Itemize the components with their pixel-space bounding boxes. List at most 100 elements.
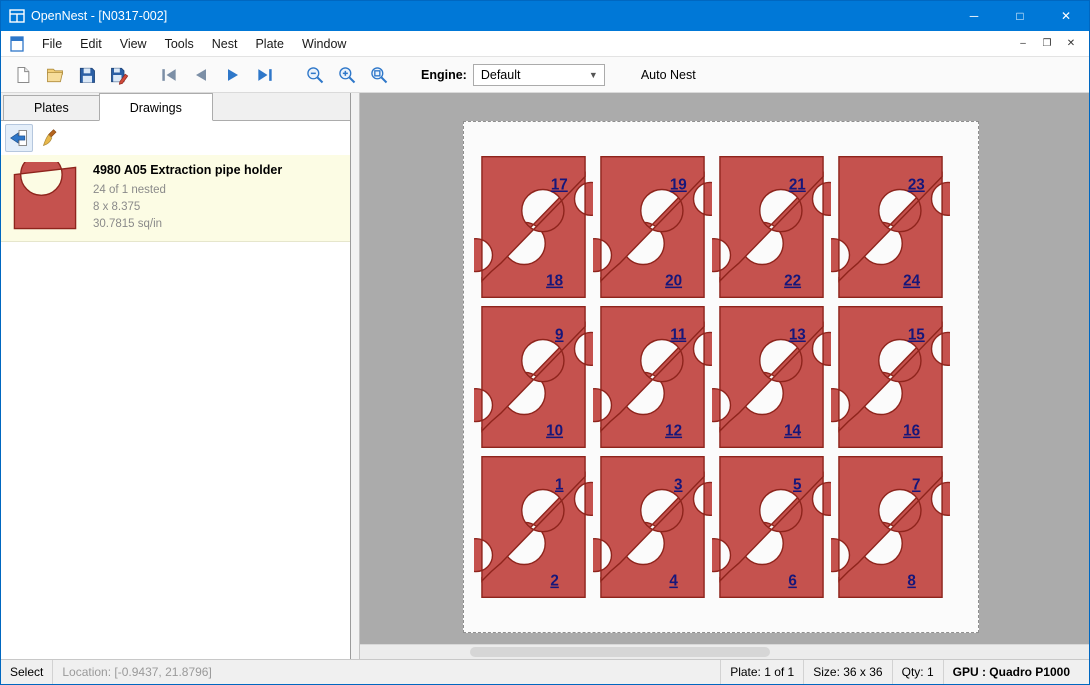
panel-tabstrip: Plates Drawings <box>1 93 350 121</box>
clear-broom-button[interactable] <box>37 124 65 152</box>
nest-tile[interactable]: 1718 <box>474 152 593 302</box>
save-button[interactable] <box>73 61 101 89</box>
resize-grip[interactable] <box>1079 660 1089 684</box>
part-number-label: 5 <box>793 477 802 494</box>
zoom-fit-button[interactable] <box>365 61 393 89</box>
part-number-label: 2 <box>550 573 558 590</box>
drawing-list-item[interactable]: 4980 A05 Extraction pipe holder 24 of 1 … <box>1 155 350 242</box>
engine-selected-value: Default <box>481 68 521 82</box>
part-number-label: 17 <box>551 177 568 194</box>
zoom-in-button[interactable] <box>333 61 361 89</box>
part-number-label: 1 <box>555 477 564 494</box>
horizontal-scrollbar-thumb[interactable] <box>470 647 770 657</box>
menu-file[interactable]: File <box>33 33 71 55</box>
open-button[interactable] <box>41 61 69 89</box>
status-location: Location: [-0.9437, 21.8796] <box>53 660 220 684</box>
app-window: OpenNest - [N0317-002] ─ □ ✕ File Edit V… <box>0 0 1090 685</box>
left-panel: Plates Drawings <box>1 93 351 659</box>
part-number-label: 4 <box>669 573 678 590</box>
part-number-label: 21 <box>789 177 806 194</box>
engine-label: Engine: <box>421 68 467 82</box>
maximize-button[interactable]: □ <box>997 1 1043 31</box>
new-file-button[interactable] <box>9 61 37 89</box>
drawing-nested-count: 24 of 1 nested <box>93 182 282 199</box>
statusbar: Select Location: [-0.9437, 21.8796] Plat… <box>1 659 1089 684</box>
tab-plates[interactable]: Plates <box>3 95 100 120</box>
go-previous-icon <box>191 65 211 85</box>
status-gpu: GPU : Quadro P1000 <box>943 660 1079 684</box>
new-file-icon <box>13 65 33 85</box>
go-next-button[interactable] <box>219 61 247 89</box>
nest-tile[interactable]: 1920 <box>593 152 712 302</box>
nest-tile[interactable]: 11 12 <box>593 302 712 452</box>
open-folder-icon <box>45 65 65 85</box>
auto-nest-button[interactable]: Auto Nest <box>633 63 704 87</box>
mdi-minimize-button[interactable]: ‒ <box>1011 34 1035 54</box>
drawings-list-empty-area <box>1 242 350 659</box>
menu-nest[interactable]: Nest <box>203 33 247 55</box>
part-number-label: 19 <box>670 177 687 194</box>
part-number-label: 11 <box>670 327 687 344</box>
app-icon <box>9 8 25 24</box>
import-drawing-button[interactable] <box>5 124 33 152</box>
drawing-area: 30.7815 sq/in <box>93 216 282 233</box>
nest-tile[interactable]: 1516 <box>831 302 950 452</box>
status-mode: Select <box>1 660 53 684</box>
nest-tile[interactable]: 12 <box>474 452 593 602</box>
go-previous-button[interactable] <box>187 61 215 89</box>
part-number-label: 10 <box>546 423 563 440</box>
chevron-down-icon: ▼ <box>589 70 604 80</box>
part-number-label: 16 <box>903 423 920 440</box>
menu-edit[interactable]: Edit <box>71 33 111 55</box>
mdi-close-button[interactable]: ✕ <box>1059 34 1083 54</box>
mdi-restore-button[interactable]: ❐ <box>1035 34 1059 54</box>
menu-window[interactable]: Window <box>293 33 355 55</box>
go-last-button[interactable] <box>251 61 279 89</box>
part-number-label: 20 <box>665 273 682 290</box>
nest-tile[interactable]: 1314 <box>712 302 831 452</box>
panel-splitter[interactable] <box>351 93 360 659</box>
main-toolbar: Engine: Default ▼ Auto Nest <box>1 57 1089 93</box>
part-number-label: 22 <box>784 273 801 290</box>
save-edit-button[interactable] <box>105 61 133 89</box>
part-number-label: 15 <box>908 327 925 344</box>
zoom-fit-icon <box>369 65 389 85</box>
nest-tile[interactable]: 56 <box>712 452 831 602</box>
drawing-title: 4980 A05 Extraction pipe holder <box>93 163 282 177</box>
menu-tools[interactable]: Tools <box>156 33 203 55</box>
horizontal-scrollbar[interactable] <box>360 644 1089 659</box>
go-last-icon <box>255 65 275 85</box>
save-edit-icon <box>109 65 129 85</box>
part-thumbnail <box>9 162 81 234</box>
part-number-label: 12 <box>665 423 682 440</box>
menu-view[interactable]: View <box>111 33 156 55</box>
nest-canvas[interactable]: 171819202122232491011121314151612345678 <box>351 93 1089 659</box>
part-number-label: 9 <box>555 327 563 344</box>
part-number-label: 14 <box>784 423 801 440</box>
nest-tile[interactable]: 21 22 <box>712 152 831 302</box>
zoom-out-button[interactable] <box>301 61 329 89</box>
minimize-button[interactable]: ─ <box>951 1 997 31</box>
engine-select[interactable]: Default ▼ <box>473 64 605 86</box>
content-area: Plates Drawings <box>1 93 1089 659</box>
part-number-label: 23 <box>908 177 925 194</box>
tab-drawings[interactable]: Drawings <box>99 93 213 121</box>
titlebar: OpenNest - [N0317-002] ─ □ ✕ <box>1 1 1089 31</box>
close-button[interactable]: ✕ <box>1043 1 1089 31</box>
status-plate: Plate: 1 of 1 <box>720 660 803 684</box>
import-drawing-icon <box>9 128 29 148</box>
plate-sheet[interactable]: 171819202122232491011121314151612345678 <box>463 121 979 633</box>
part-number-label: 7 <box>912 477 920 494</box>
go-first-button[interactable] <box>155 61 183 89</box>
menubar: File Edit View Tools Nest Plate Window ‒… <box>1 31 1089 57</box>
part-number-label: 18 <box>546 273 563 290</box>
nest-tile[interactable]: 34 <box>593 452 712 602</box>
zoom-in-icon <box>337 65 357 85</box>
menu-plate[interactable]: Plate <box>246 33 293 55</box>
nest-tile[interactable]: 78 <box>831 452 950 602</box>
window-title: OpenNest - [N0317-002] <box>31 9 167 23</box>
nest-tile[interactable]: 9 10 <box>474 302 593 452</box>
part-number-label: 24 <box>903 273 920 290</box>
drawings-toolbar <box>1 121 350 155</box>
nest-tile[interactable]: 23 24 <box>831 152 950 302</box>
